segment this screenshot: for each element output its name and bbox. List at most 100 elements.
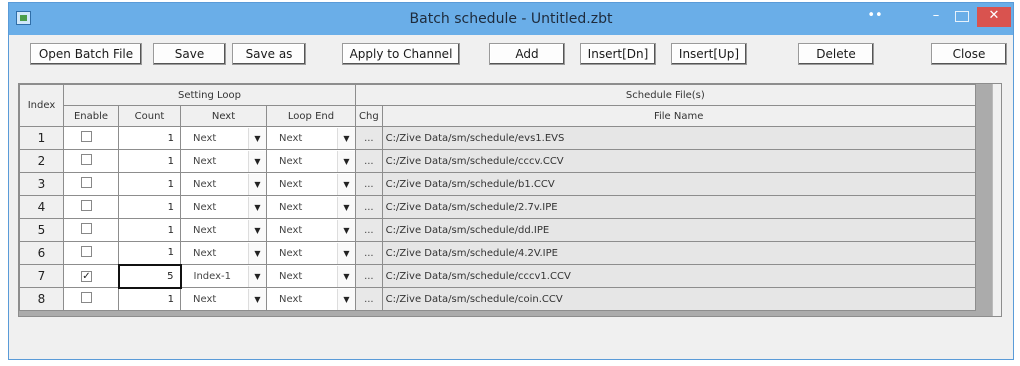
enable-cell[interactable]: ✓ xyxy=(63,264,119,288)
table-row[interactable]: 3 1 Next ▼ Next ▼... C:/Zive Data/sm/schedule/… xyxy=(19,172,976,196)
table-row[interactable]: 6 1 Next ▼ Next ▼... C:/Zive Data/sm/schedule/… xyxy=(19,241,976,265)
loop-end-select[interactable]: Next ▼ xyxy=(266,149,356,173)
next-select[interactable]: Next ▼ xyxy=(180,149,267,173)
change-file-button[interactable]: ... xyxy=(355,172,383,196)
toolbar: Open Batch File Save Save as Apply to Ch… xyxy=(9,35,1013,71)
close-window-button[interactable]: ✕ xyxy=(977,7,1011,27)
close-button[interactable]: Close xyxy=(931,43,1007,65)
count-cell[interactable]: 1 xyxy=(118,287,181,311)
row-index: 2 xyxy=(19,149,64,173)
count-cell[interactable]: 1 xyxy=(118,126,181,150)
next-select[interactable]: Next ▼ xyxy=(180,172,267,196)
dropdown-arrow-icon[interactable]: ▼ xyxy=(337,219,355,241)
next-select[interactable]: Next ▼ xyxy=(180,195,267,219)
add-button[interactable]: Add xyxy=(489,43,565,65)
table-row[interactable]: 2 1 Next ▼ Next ▼... C:/Zive Data/sm/schedule/… xyxy=(19,149,976,173)
next-value: Next xyxy=(193,247,217,259)
next-value: Next xyxy=(193,224,217,236)
loop-end-select[interactable]: Next ▼ xyxy=(266,126,356,150)
dropdown-arrow-icon[interactable]: ▼ xyxy=(248,265,266,287)
next-value: Next xyxy=(193,293,217,305)
enable-checkbox[interactable] xyxy=(81,246,92,257)
dropdown-arrow-icon[interactable]: ▼ xyxy=(337,127,355,149)
enable-checkbox[interactable] xyxy=(81,223,92,234)
loop-end-select[interactable]: Next ▼ xyxy=(266,287,356,311)
dropdown-arrow-icon[interactable]: ▼ xyxy=(337,150,355,172)
table-row[interactable]: 5 1 Next ▼ Next ▼... C:/Zive Data/sm/schedule/… xyxy=(19,218,976,242)
save-button[interactable]: Save xyxy=(153,43,226,65)
save-as-button[interactable]: Save as xyxy=(232,43,306,65)
dropdown-arrow-icon[interactable]: ▼ xyxy=(337,173,355,195)
change-file-button[interactable]: ... xyxy=(355,195,383,219)
enable-checkbox[interactable] xyxy=(81,292,92,303)
enable-cell[interactable] xyxy=(63,149,119,173)
count-cell[interactable]: 1 xyxy=(118,149,181,173)
enable-cell[interactable] xyxy=(63,218,119,242)
enable-cell[interactable] xyxy=(63,195,119,219)
file-name-cell: C:/Zive Data/sm/schedule/evs1.EVS xyxy=(381,126,976,150)
count-cell[interactable]: 1 xyxy=(118,195,181,219)
loop-end-select[interactable]: Next ▼ xyxy=(266,218,356,242)
change-file-button[interactable]: ... xyxy=(355,287,383,311)
enable-checkbox[interactable] xyxy=(81,177,92,188)
count-cell[interactable]: 1 xyxy=(118,172,181,196)
enable-cell[interactable] xyxy=(63,287,119,311)
dropdown-arrow-icon[interactable]: ▼ xyxy=(248,127,266,149)
table-row[interactable]: 7 ✓ 5 Index-1 ▼ Next ▼... C:/Zive Data/sm/sched… xyxy=(19,263,976,289)
schedule-grid: Index Setting Loop Schedule File(s) Enab… xyxy=(18,83,1002,317)
minimize-button[interactable]: – xyxy=(927,7,945,27)
loop-end-value: Next xyxy=(279,178,303,190)
loop-end-select[interactable]: Next ▼ xyxy=(266,172,356,196)
dropdown-arrow-icon[interactable]: ▼ xyxy=(248,196,266,218)
row-index: 6 xyxy=(19,241,64,265)
dropdown-arrow-icon[interactable]: ▼ xyxy=(248,150,266,172)
enable-cell[interactable] xyxy=(63,241,119,265)
change-file-button[interactable]: ... xyxy=(355,149,383,173)
table-row[interactable]: 4 1 Next ▼ Next ▼... C:/Zive Data/sm/schedule/… xyxy=(19,195,976,219)
dropdown-arrow-icon[interactable]: ▼ xyxy=(337,288,355,310)
loop-end-value: Next xyxy=(279,224,303,236)
enable-cell[interactable] xyxy=(63,126,119,150)
loop-end-select[interactable]: Next ▼ xyxy=(266,195,356,219)
options-icon[interactable]: •• xyxy=(865,7,885,27)
next-select[interactable]: Next ▼ xyxy=(180,241,267,265)
change-file-button[interactable]: ... xyxy=(355,241,383,265)
loop-end-select[interactable]: Next ▼ xyxy=(266,241,356,265)
enable-checkbox[interactable] xyxy=(81,200,92,211)
enable-checkbox[interactable]: ✓ xyxy=(81,270,92,282)
loop-end-select[interactable]: Next ▼ xyxy=(266,264,356,288)
next-select[interactable]: Next ▼ xyxy=(180,126,267,150)
open-batch-file-button[interactable]: Open Batch File xyxy=(30,43,142,65)
count-cell[interactable]: 1 xyxy=(118,241,181,265)
dropdown-arrow-icon[interactable]: ▼ xyxy=(248,242,266,264)
next-value: Next xyxy=(193,178,217,190)
change-file-button[interactable]: ... xyxy=(355,264,383,288)
delete-button[interactable]: Delete xyxy=(798,43,874,65)
count-cell[interactable]: 1 xyxy=(118,218,181,242)
next-select[interactable]: Index-1 ▼ xyxy=(180,264,267,288)
change-file-button[interactable]: ... xyxy=(355,218,383,242)
apply-to-channel-button[interactable]: Apply to Channel xyxy=(342,43,460,65)
next-select[interactable]: Next ▼ xyxy=(180,287,267,311)
enable-checkbox[interactable] xyxy=(81,154,92,165)
dropdown-arrow-icon[interactable]: ▼ xyxy=(248,288,266,310)
insert-up-button[interactable]: Insert[Up] xyxy=(671,43,747,65)
file-name-cell: C:/Zive Data/sm/schedule/cccv.CCV xyxy=(381,149,976,173)
dropdown-arrow-icon[interactable]: ▼ xyxy=(248,173,266,195)
loop-end-value: Next xyxy=(279,247,303,259)
enable-cell[interactable] xyxy=(63,172,119,196)
maximize-button[interactable] xyxy=(955,11,969,22)
next-select[interactable]: Next ▼ xyxy=(180,218,267,242)
table-row[interactable]: 1 1 Next ▼ Next ▼... C:/Zive Data/sm/schedule/… xyxy=(19,126,976,150)
title-bar: Batch schedule - Untitled.zbt •• – ✕ xyxy=(9,3,1013,35)
enable-checkbox[interactable] xyxy=(81,131,92,142)
dropdown-arrow-icon[interactable]: ▼ xyxy=(248,219,266,241)
dropdown-arrow-icon[interactable]: ▼ xyxy=(337,265,355,287)
dropdown-arrow-icon[interactable]: ▼ xyxy=(337,242,355,264)
table-row[interactable]: 8 1 Next ▼ Next ▼... C:/Zive Data/sm/schedule/… xyxy=(19,287,976,311)
chg-header: Chg xyxy=(355,105,383,127)
change-file-button[interactable]: ... xyxy=(355,126,383,150)
count-cell[interactable]: 5 xyxy=(117,263,182,289)
dropdown-arrow-icon[interactable]: ▼ xyxy=(337,196,355,218)
insert-down-button[interactable]: Insert[Dn] xyxy=(580,43,656,65)
